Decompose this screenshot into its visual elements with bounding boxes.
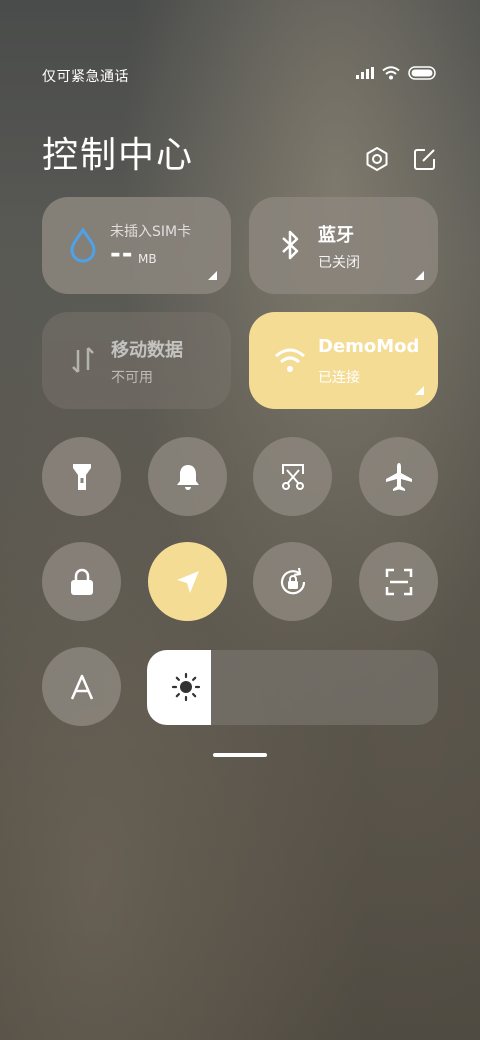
lock-screen-toggle[interactable] (42, 542, 121, 621)
status-carrier-text: 仅可紧急通话 (42, 69, 129, 85)
rotation-lock-toggle[interactable] (253, 542, 332, 621)
signal-icon (356, 67, 374, 79)
mobile-data-tile[interactable]: 移动数据 不可用 (42, 312, 231, 409)
data-usage-tile[interactable]: 未插入SIM卡 -- MB (42, 197, 231, 294)
settings-icon (366, 147, 388, 171)
lock-icon (70, 568, 93, 595)
data-arrows-icon (72, 347, 94, 373)
expand-corner-icon (208, 271, 217, 280)
brightness-slider[interactable] (147, 650, 438, 725)
wifi-network-name: DemoMode (318, 336, 418, 357)
expand-corner-icon (415, 386, 424, 395)
bluetooth-title: 蓝牙 (318, 225, 354, 246)
wifi-icon (275, 348, 305, 372)
bluetooth-status: 已关闭 (318, 255, 360, 271)
bluetooth-tile[interactable]: 蓝牙 已关闭 (249, 197, 438, 294)
flashlight-icon (72, 463, 91, 490)
mobile-data-title: 移动数据 (111, 340, 183, 361)
data-usage-value: -- (110, 239, 134, 269)
sun-icon (171, 672, 201, 702)
wifi-icon (382, 66, 400, 80)
scanner-toggle[interactable] (359, 542, 438, 621)
edit-icon (414, 149, 435, 170)
status-icons (356, 66, 436, 80)
data-usage-unit: MB (138, 252, 157, 266)
scissors-icon (281, 463, 304, 490)
airplane-icon (385, 462, 412, 491)
ringer-toggle[interactable] (148, 437, 227, 516)
water-drop-icon (70, 227, 96, 263)
location-toggle[interactable] (148, 542, 227, 621)
rotation-lock-icon (280, 567, 305, 594)
page-title: 控制中心 (42, 135, 195, 176)
mobile-data-status: 不可用 (111, 370, 153, 386)
location-arrow-icon (176, 570, 199, 593)
airplane-mode-toggle[interactable] (359, 437, 438, 516)
battery-icon (408, 66, 436, 80)
font-a-icon (70, 674, 93, 699)
home-indicator[interactable] (213, 753, 267, 757)
reading-mode-toggle[interactable] (42, 647, 121, 726)
bluetooth-icon (282, 230, 299, 260)
scan-icon (385, 568, 412, 595)
bell-icon (176, 464, 199, 490)
wifi-tile[interactable]: DemoMode 已连接 (249, 312, 438, 409)
expand-corner-icon (415, 271, 424, 280)
sim-status-label: 未插入SIM卡 (110, 224, 192, 240)
settings-button[interactable] (362, 144, 392, 174)
wifi-status: 已连接 (318, 370, 360, 386)
flashlight-toggle[interactable] (42, 437, 121, 516)
edit-button[interactable] (410, 144, 440, 174)
screenshot-toggle[interactable] (253, 437, 332, 516)
